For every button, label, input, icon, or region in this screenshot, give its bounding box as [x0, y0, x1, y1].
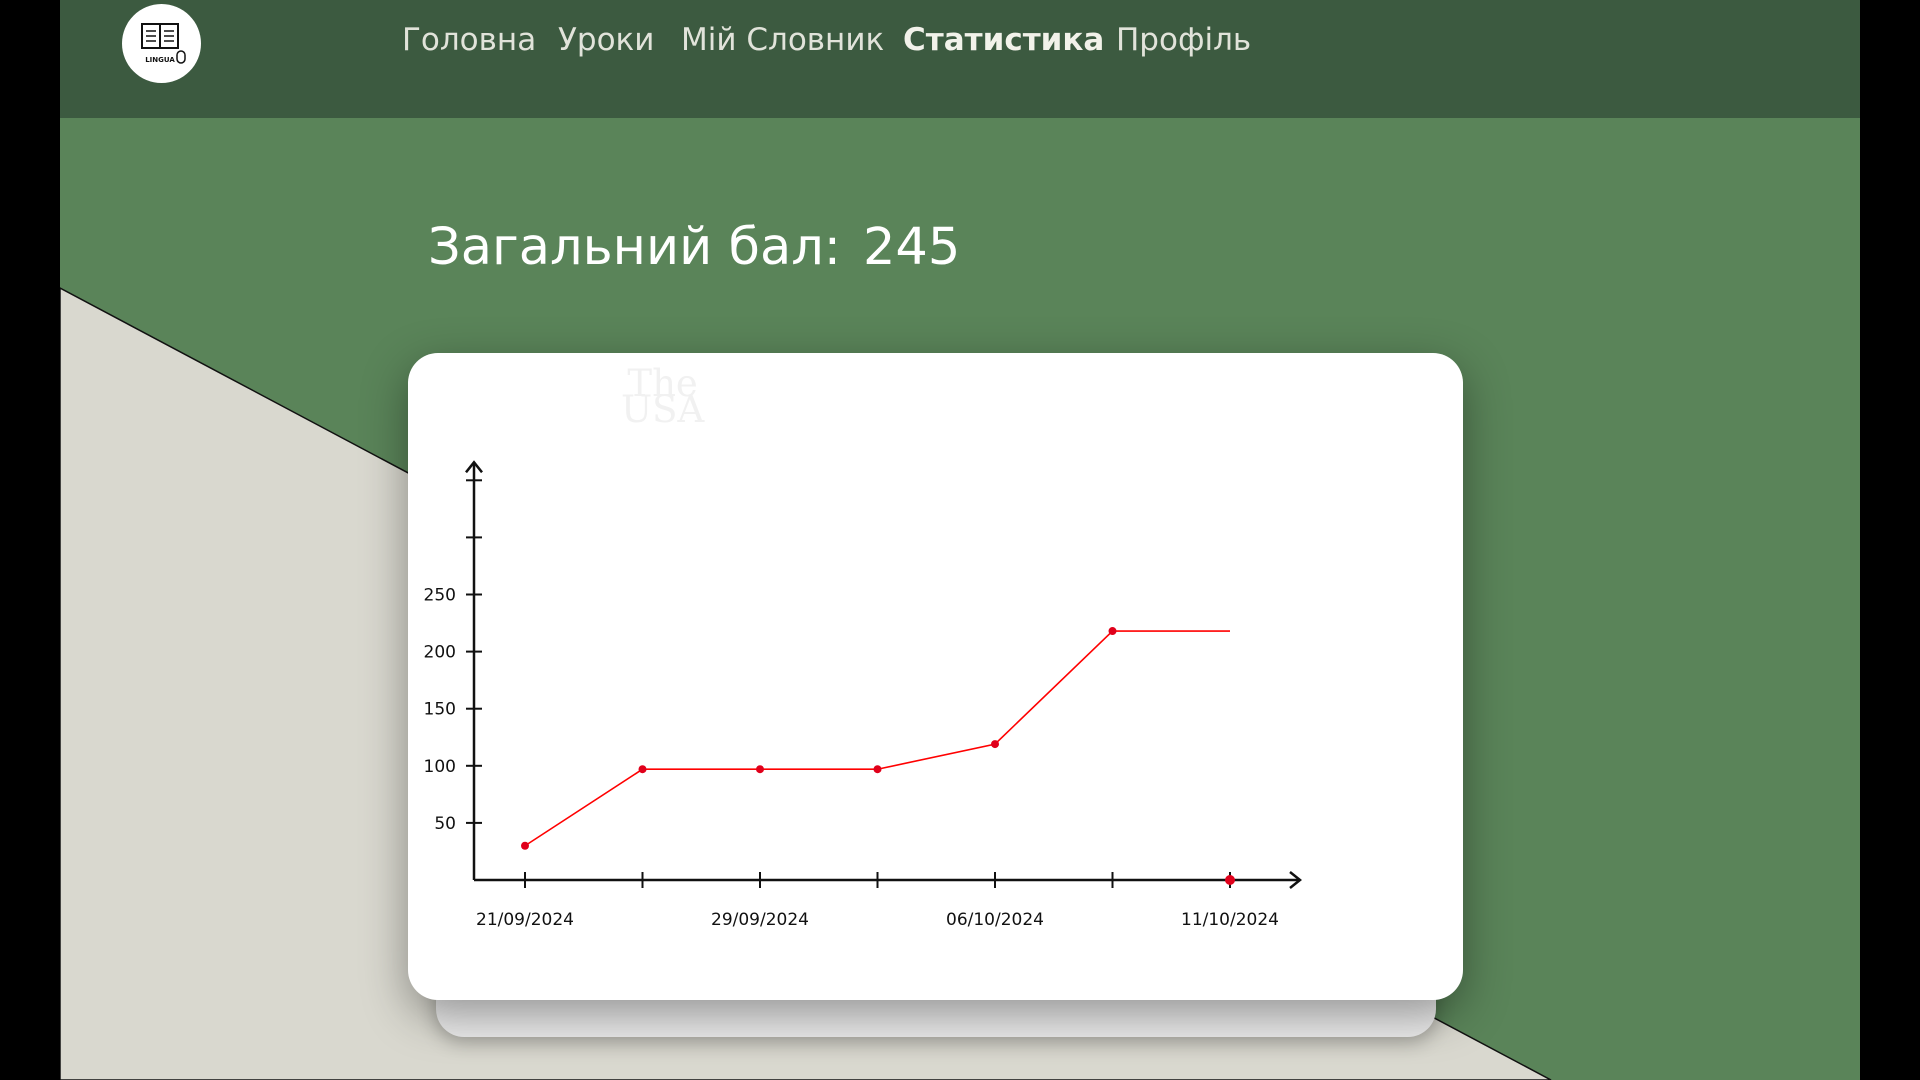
y-tick-label: 250 — [424, 586, 456, 606]
nav-item-statistics[interactable]: Статистика — [903, 22, 1104, 58]
chart-axes — [465, 460, 1303, 889]
series-layer — [521, 627, 1235, 885]
data-point-marker — [1225, 875, 1235, 885]
book-icon: LINGUA — [141, 23, 186, 64]
logo-text: LINGUA — [145, 56, 175, 64]
app-page: LINGUA Головна Уроки Мій Словник Статист… — [60, 0, 1860, 1080]
total-score-value: 245 — [862, 218, 961, 277]
x-tick-label: 29/09/2024 — [711, 910, 809, 930]
series-line — [524, 630, 1230, 847]
nav-item-dictionary[interactable]: Мій Словник — [681, 22, 884, 58]
data-point — [991, 740, 999, 749]
logo[interactable]: LINGUA — [122, 4, 201, 83]
data-point — [873, 765, 882, 774]
nav-item-lessons[interactable]: Уроки — [558, 22, 654, 58]
total-score: Загальний бал: 245 — [428, 218, 960, 277]
x-tick-label: 11/10/2024 — [1181, 910, 1279, 930]
navbar: LINGUA Головна Уроки Мій Словник Статист… — [60, 0, 1860, 118]
stats-card: The USA 50 100 150 200 250 21/09/2024 29/09/2… — [408, 353, 1463, 1000]
data-point — [756, 765, 764, 774]
score-chart: 50 100 150 200 250 21/09/2024 29/09/2024 06/10… — [424, 460, 1303, 930]
nav-item-profile[interactable]: Профіль — [1116, 22, 1251, 58]
x-tick-label: 06/10/2024 — [946, 910, 1044, 930]
x-tick-label: 21/09/2024 — [476, 910, 574, 930]
data-point — [638, 765, 647, 774]
y-tick-label: 100 — [424, 757, 456, 777]
data-point — [521, 841, 529, 850]
nav-item-home[interactable]: Головна — [402, 22, 536, 58]
total-score-label: Загальний бал: — [428, 218, 841, 277]
y-tick-label: 200 — [424, 643, 456, 663]
data-point — [1108, 627, 1117, 636]
y-tick-label: 150 — [424, 700, 456, 720]
y-tick-label: 50 — [434, 814, 456, 834]
